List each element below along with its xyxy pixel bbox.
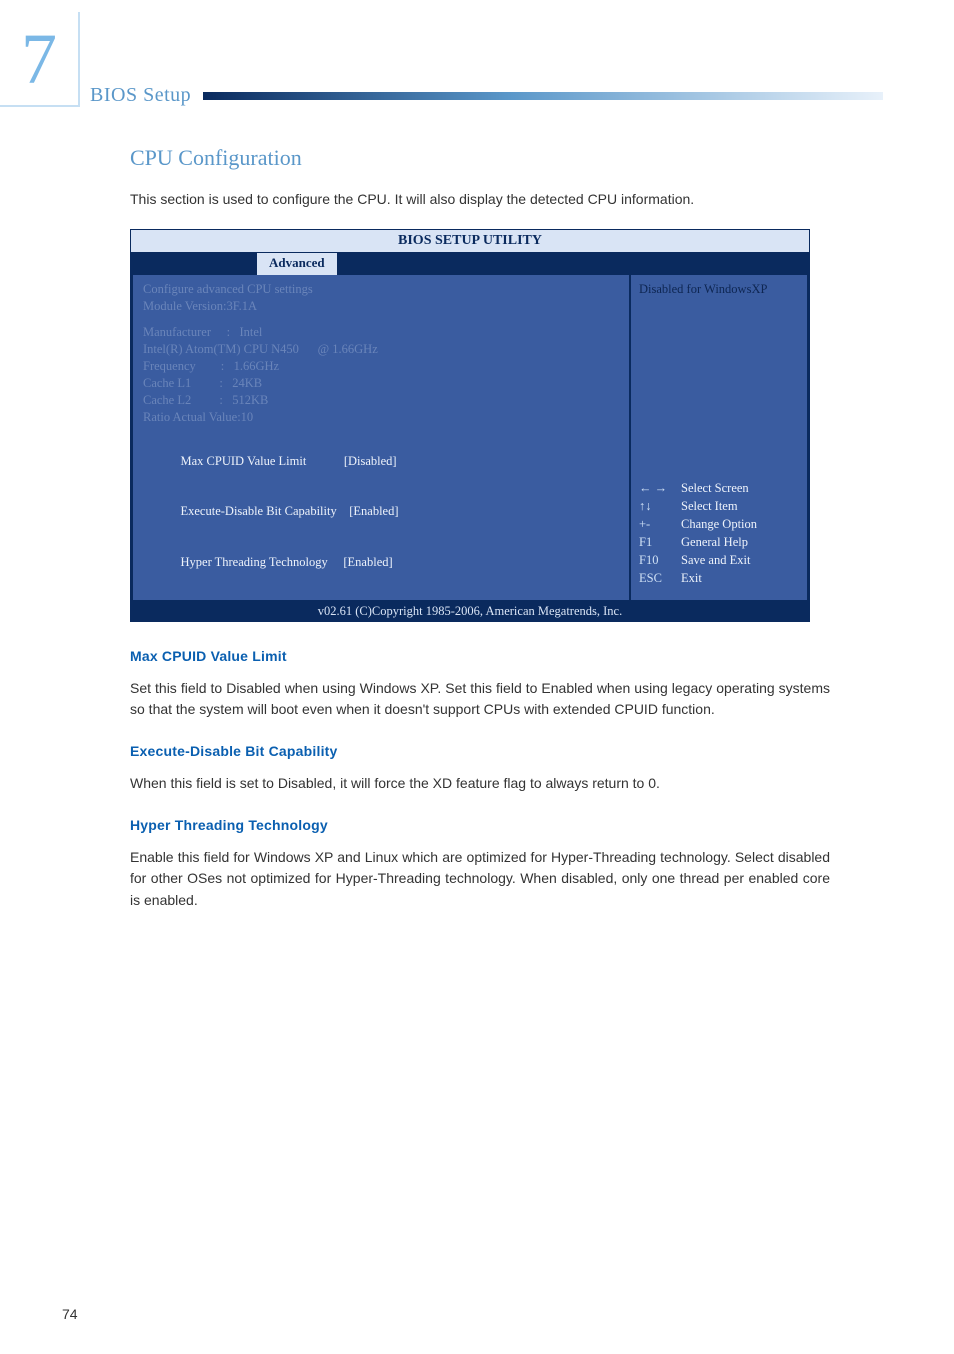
bios-key-row: ESCExit — [639, 569, 799, 587]
key-desc: Exit — [681, 569, 702, 587]
intro-paragraph: This section is used to configure the CP… — [130, 189, 830, 211]
bios-footer: v02.61 (C)Copyright 1985-2006, American … — [131, 602, 809, 621]
running-header-text: BIOS Setup — [90, 84, 191, 107]
bios-line: Cache L2 : 512KB — [143, 392, 619, 409]
bios-key-row: F10Save and Exit — [639, 551, 799, 569]
section-heading: Max CPUID Value Limit — [130, 648, 830, 664]
page-content: CPU Configuration This section is used t… — [130, 145, 830, 930]
key: F10 — [639, 551, 681, 569]
bios-option-label: Hyper Threading Technology — [181, 555, 328, 569]
page-number: 74 — [62, 1306, 78, 1322]
bios-option-row[interactable]: Hyper Threading Technology [Enabled] — [143, 537, 619, 588]
bios-option-label: Max CPUID Value Limit — [181, 454, 307, 468]
bios-option-row[interactable]: Execute-Disable Bit Capability [Enabled] — [143, 486, 619, 537]
bios-line: Intel(R) Atom(TM) CPU N450 @ 1.66GHz — [143, 341, 619, 358]
key-desc: Select Screen — [681, 479, 749, 497]
header-rule-icon — [203, 92, 883, 100]
bios-key-legend: ← →Select Screen ↑↓Select Item +-Change … — [639, 479, 799, 588]
spacer — [143, 314, 619, 324]
bios-line: Ratio Actual Value:10 — [143, 409, 619, 426]
bios-menubar: Advanced — [131, 253, 809, 275]
key-desc: Change Option — [681, 515, 757, 533]
spacer — [143, 426, 619, 436]
page-title: CPU Configuration — [130, 145, 830, 171]
key: ↑↓ — [639, 497, 681, 515]
section-heading: Hyper Threading Technology — [130, 817, 830, 833]
section-heading: Execute-Disable Bit Capability — [130, 743, 830, 759]
bios-line: Configure advanced CPU settings — [143, 281, 619, 298]
bios-line: Module Version:3F.1A — [143, 298, 619, 315]
bios-panel: BIOS SETUP UTILITY Advanced Configure ad… — [130, 229, 810, 622]
bios-line: Frequency : 1.66GHz — [143, 358, 619, 375]
bios-pad — [328, 555, 344, 569]
bios-line: Cache L1 : 24KB — [143, 375, 619, 392]
bios-pad — [337, 504, 350, 518]
bios-pad — [306, 454, 344, 468]
section-paragraph: When this field is set to Disabled, it w… — [130, 773, 830, 795]
chapter-tab: 7 — [0, 12, 80, 107]
bios-key-row: ↑↓Select Item — [639, 497, 799, 515]
key-desc: Select Item — [681, 497, 738, 515]
bios-option-value: [Enabled] — [349, 504, 398, 518]
key: ESC — [639, 569, 681, 587]
bios-option-label: Execute-Disable Bit Capability — [181, 504, 337, 518]
bios-body: Configure advanced CPU settings Module V… — [131, 275, 809, 602]
key-desc: Save and Exit — [681, 551, 750, 569]
bios-option-value: [Disabled] — [344, 454, 397, 468]
bios-left-pane: Configure advanced CPU settings Module V… — [131, 275, 629, 602]
key: +- — [639, 515, 681, 533]
section-paragraph: Set this field to Disabled when using Wi… — [130, 678, 830, 721]
key-desc: General Help — [681, 533, 748, 551]
bios-line: Manufacturer : Intel — [143, 324, 619, 341]
key: ← → — [639, 479, 681, 497]
bios-key-row: +-Change Option — [639, 515, 799, 533]
chapter-number: 7 — [21, 23, 57, 95]
section-paragraph: Enable this field for Windows XP and Lin… — [130, 847, 830, 912]
key: F1 — [639, 533, 681, 551]
bios-option-value: [Enabled] — [343, 555, 392, 569]
bios-option-row[interactable]: Max CPUID Value Limit [Disabled] — [143, 436, 619, 487]
bios-right-pane: Disabled for WindowsXP ← →Select Screen … — [629, 275, 809, 602]
bios-title-bar: BIOS SETUP UTILITY — [131, 230, 809, 253]
bios-key-row: F1General Help — [639, 533, 799, 551]
bios-tab-advanced[interactable]: Advanced — [256, 253, 338, 275]
bios-key-row: ← →Select Screen — [639, 479, 799, 497]
document-page: 7 BIOS Setup CPU Configuration This sect… — [0, 0, 954, 1354]
bios-help-text: Disabled for WindowsXP — [639, 281, 799, 298]
running-header: BIOS Setup — [90, 84, 883, 107]
